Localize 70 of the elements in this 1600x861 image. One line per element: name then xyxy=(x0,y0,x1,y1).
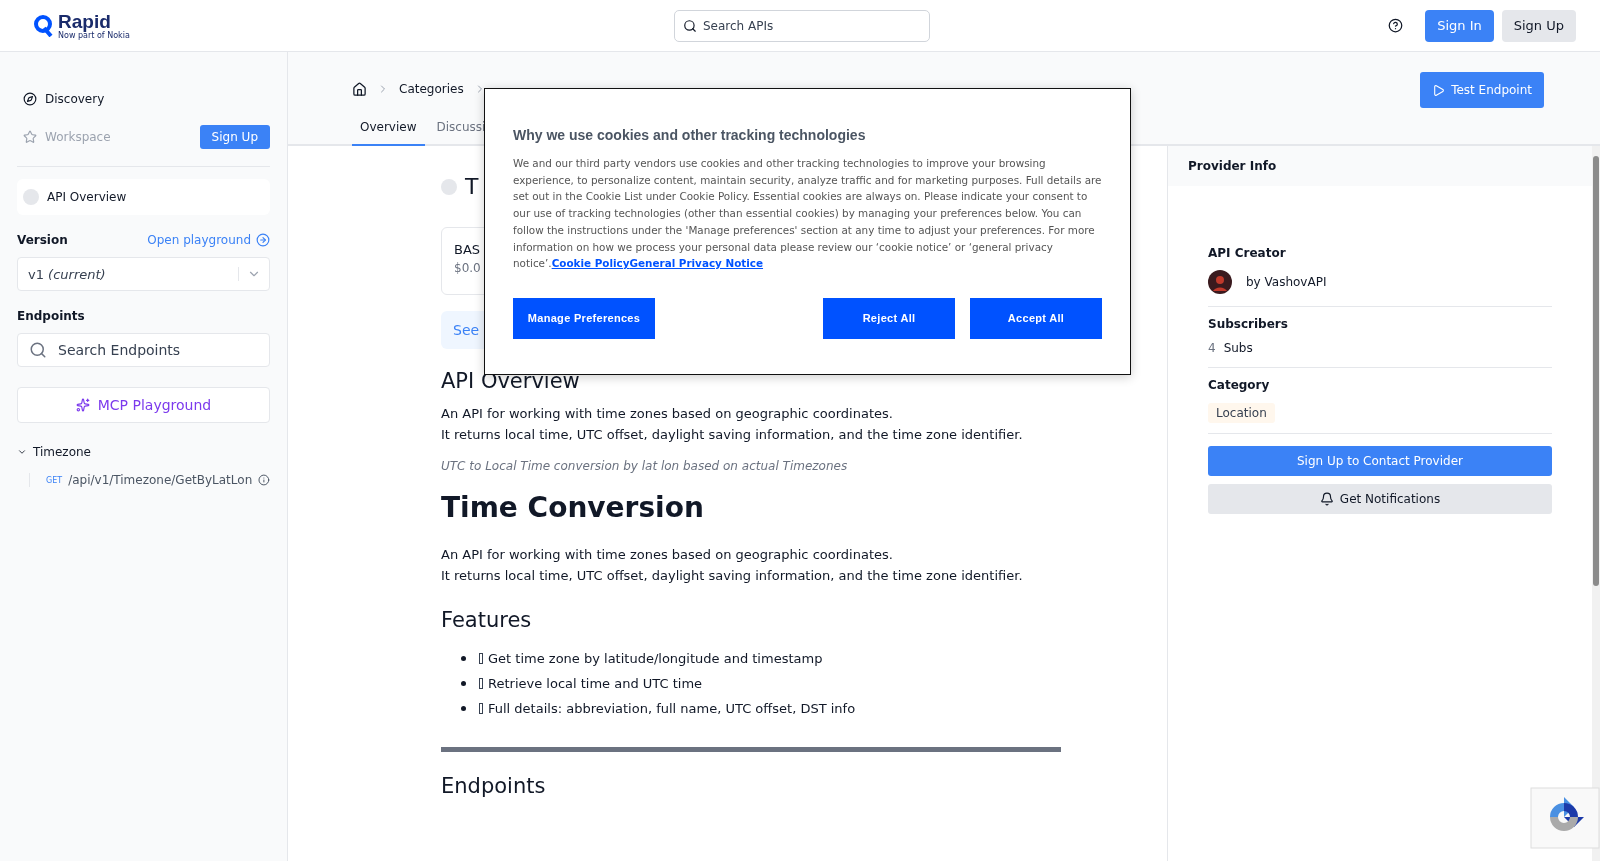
logo-icon xyxy=(34,14,54,37)
api-logo-icon xyxy=(23,189,39,205)
test-endpoint-button[interactable]: Test Endpoint xyxy=(1420,72,1544,108)
arrow-circle-icon xyxy=(256,233,270,247)
tree-group[interactable]: Timezone xyxy=(17,445,270,459)
dialog-button[interactable]: Manage Preferences xyxy=(513,297,655,339)
logo-subtitle: Now part of Nokia xyxy=(58,31,130,40)
logo-text[interactable]: Rapid xyxy=(58,11,130,31)
bell-icon xyxy=(1319,492,1334,506)
info-icon xyxy=(258,474,270,486)
version-label: Version xyxy=(17,233,68,247)
dialog-title: Why we use cookies and other tracking technologies xyxy=(513,127,867,143)
feature-item: Full details: abbreviation, full name, UTC offset, DST info xyxy=(488,701,856,716)
category-tag[interactable]: Location xyxy=(1208,403,1275,423)
dialog-button[interactable]: Accept All xyxy=(970,297,1102,339)
cookie-policy-link[interactable]: Cookie Policy xyxy=(551,257,630,270)
search-field[interactable]: Search APIs xyxy=(674,9,930,42)
subscriber-count: 4 xyxy=(1208,341,1216,355)
missing-glyph-icon xyxy=(479,703,483,714)
sidebar-nav-item[interactable]: Discovery xyxy=(45,92,105,106)
dialog-text: We and our third party vendors use cookies and other tracking technologies to improve your browsing experience, to personalize content, maintain security, analyze traffic and for marketing purposes. Full details are set out in the Cookie List under Cookie Policy. Essential cookies are always on. Please indicate your consent to our use of tracking technologies (other than essential cookies) by managing your preferences below. You can follow the instructions under the 'Manage preferences' section at any time to adjust your preferences. For more information on how we process your personal data please review our ‘cookie notice’ or ‘general privacy notice’.Cookie PolicyGeneral Privacy Notice xyxy=(513,156,1102,272)
bullet-icon xyxy=(461,681,466,686)
search-icon xyxy=(683,18,697,33)
subscriber-unit: Subs xyxy=(1223,341,1253,355)
paragraph: It returns local time, UTC offset, daylight saving information, and the time zone identifier. xyxy=(441,567,1024,585)
tab[interactable]: Overview xyxy=(352,112,425,146)
page-heading: Time Conversion xyxy=(441,491,705,524)
breadcrumb-link[interactable]: Categories xyxy=(399,82,464,96)
dialog-button[interactable]: Reject All xyxy=(823,297,955,339)
play-icon xyxy=(1432,83,1446,97)
panel-title: Provider Info xyxy=(1168,146,1592,186)
api-title: T xyxy=(465,174,479,199)
bullet-icon xyxy=(461,656,466,661)
paragraph: An API for working with time zones based on geographic coordinates. xyxy=(441,546,894,564)
api-logo-icon xyxy=(441,178,457,195)
section-heading: Endpoints xyxy=(441,774,547,798)
section-label: API Creator xyxy=(1208,246,1287,260)
paragraph: It returns local time, UTC offset, daylight saving information, and the time zone identifier. xyxy=(441,426,1024,444)
feature-item: Get time zone by latitude/longitude and timestamp xyxy=(488,651,823,666)
version-select[interactable]: v1 (current) xyxy=(17,257,270,291)
sign-in-button[interactable]: Sign In xyxy=(1425,9,1494,42)
compass-icon[interactable] xyxy=(23,92,37,106)
privacy-notice-link[interactable]: General Privacy Notice xyxy=(629,257,764,270)
section-heading: Features xyxy=(441,608,533,632)
missing-glyph-icon xyxy=(479,653,483,664)
avatar-icon xyxy=(1208,270,1232,294)
endpoint-item[interactable]: GET /api/v1/Timezone/GetByLatLon xyxy=(29,473,270,487)
endpoint-search-field[interactable]: Search Endpoints xyxy=(17,333,270,367)
section-label: Subscribers xyxy=(1208,317,1289,331)
bullet-icon xyxy=(461,706,466,711)
endpoints-label: Endpoints xyxy=(17,309,85,323)
caption: UTC to Local Time conversion by lat lon based on actual Timezones xyxy=(441,459,849,473)
search-icon xyxy=(29,341,47,359)
notifications-button[interactable]: Get Notifications xyxy=(1208,484,1552,514)
open-playground-link[interactable]: Open playground xyxy=(147,233,270,247)
creator-name[interactable]: by VashovAPI xyxy=(1246,275,1327,289)
paragraph: An API for working with time zones based on geographic coordinates. xyxy=(441,405,894,423)
api-overview-item[interactable]: API Overview xyxy=(17,179,270,215)
contact-provider-button[interactable]: Sign Up to Contact Provider xyxy=(1208,446,1552,476)
help-icon[interactable] xyxy=(1388,18,1404,33)
missing-glyph-icon xyxy=(479,678,483,689)
tab[interactable]: Discussi xyxy=(428,112,494,146)
recaptcha-icon[interactable] xyxy=(1530,787,1600,849)
mcp-playground-button[interactable]: MCP Playground xyxy=(17,387,270,423)
home-icon[interactable] xyxy=(352,81,367,97)
section-label: Category xyxy=(1208,378,1271,392)
sparkles-icon xyxy=(75,398,90,412)
chevron-down-icon xyxy=(17,447,27,457)
feature-item: Retrieve local time and UTC time xyxy=(488,676,703,691)
sign-up-button[interactable]: Sign Up xyxy=(1501,9,1576,42)
